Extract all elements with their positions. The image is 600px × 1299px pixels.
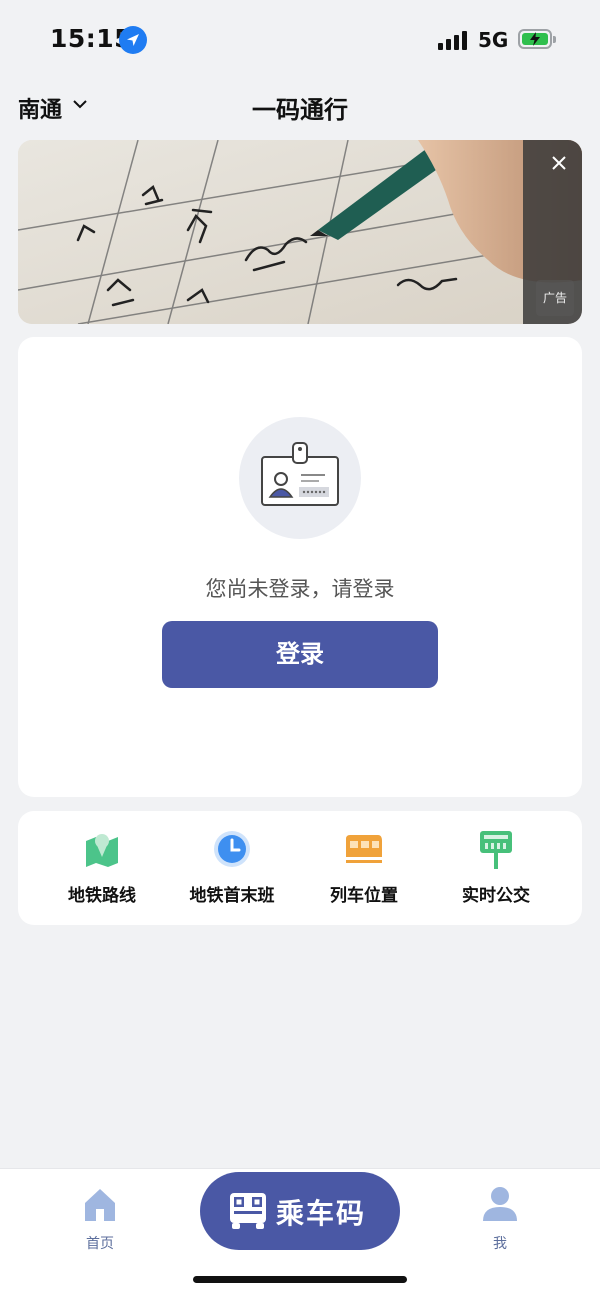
home-icon: [85, 1189, 115, 1221]
quick-link-label: 列车位置: [330, 886, 398, 906]
quick-link-label: 地铁首末班: [189, 886, 275, 906]
home-indicator: [193, 1276, 407, 1283]
login-card: 您尚未登录，请登录 登录: [18, 337, 582, 797]
close-icon[interactable]: [546, 150, 572, 176]
battery-icon: [518, 29, 556, 49]
id-card-icon: [239, 417, 361, 539]
quick-links: 地铁路线 地铁首末班 列车位置 实时公交: [18, 811, 582, 925]
quick-link-realtime-bus[interactable]: 实时公交: [431, 829, 561, 919]
banner-image: [18, 140, 582, 324]
ad-banner[interactable]: 广告: [18, 140, 582, 324]
quick-link-train-position[interactable]: 列车位置: [299, 829, 429, 919]
tab-label: 我: [493, 1236, 507, 1252]
user-icon: [483, 1187, 517, 1221]
map-pin-icon: [86, 834, 118, 867]
header: 南通 一码通行: [0, 84, 600, 130]
train-icon: [346, 835, 382, 863]
tab-me[interactable]: 我: [460, 1183, 540, 1263]
quick-link-label: 实时公交: [462, 886, 530, 906]
tab-label: 首页: [86, 1236, 114, 1252]
quick-link-metro-route[interactable]: 地铁路线: [37, 829, 167, 919]
ride-code-label: 乘车码: [276, 1197, 367, 1230]
clock-icon: [214, 831, 250, 867]
bus-qr-icon: [230, 1193, 266, 1229]
status-bar: 15:15 5G: [0, 0, 600, 80]
login-button[interactable]: 登录: [162, 621, 438, 688]
signal-icon: [438, 30, 468, 50]
tab-home[interactable]: 首页: [60, 1183, 140, 1263]
page-title: 一码通行: [252, 96, 348, 124]
login-prompt: 您尚未登录，请登录: [205, 577, 395, 601]
ride-code-button[interactable]: 乘车码: [200, 1172, 400, 1250]
quick-link-label: 地铁路线: [68, 886, 136, 906]
ad-badge: 广告: [536, 280, 574, 316]
network-type: 5G: [478, 28, 509, 52]
location-arrow-icon: [119, 26, 147, 54]
bus-stop-icon: [480, 831, 512, 869]
quick-link-metro-schedule[interactable]: 地铁首末班: [167, 829, 297, 919]
